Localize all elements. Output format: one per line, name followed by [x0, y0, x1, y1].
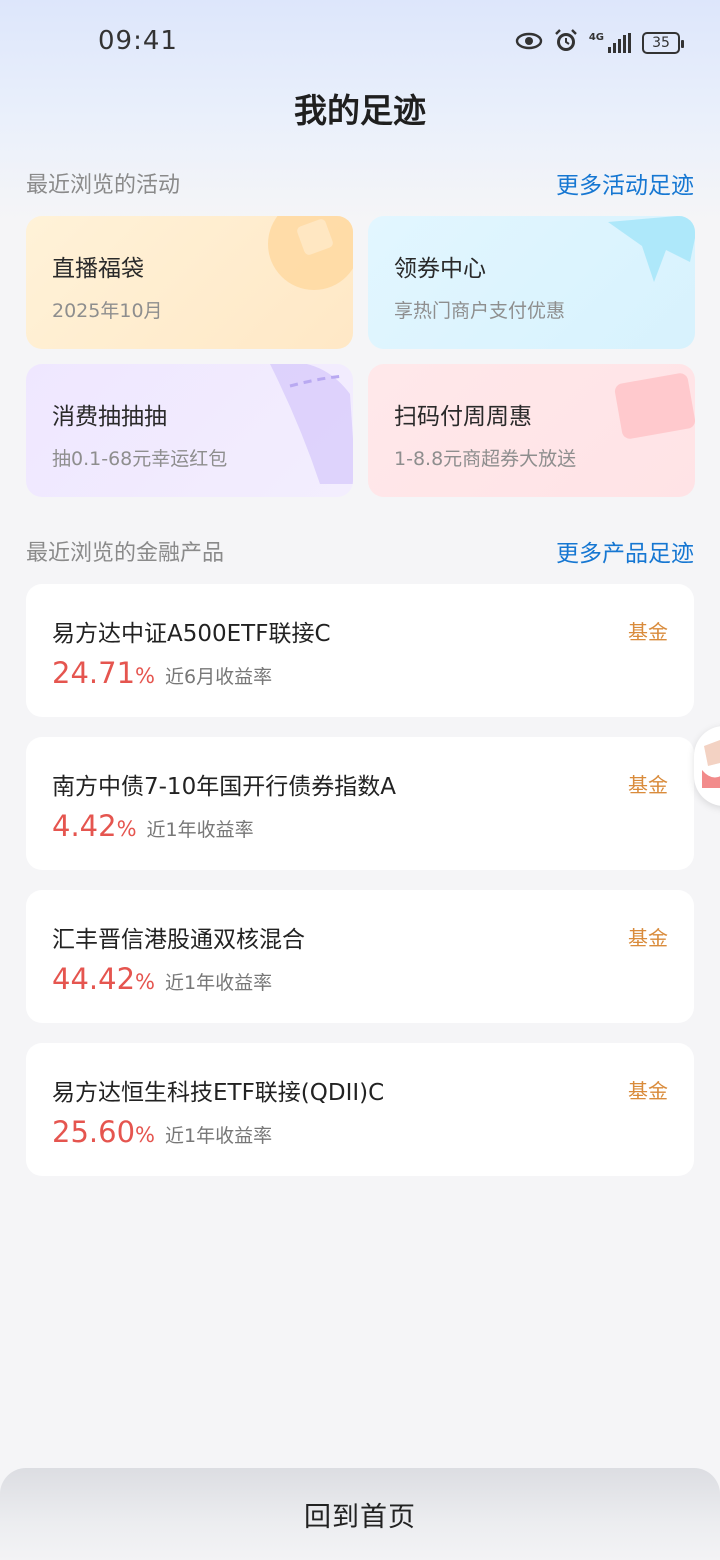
product-card[interactable]: 易方达中证A500ETF联接C 基金 24.71 % 近6月收益率 [26, 584, 694, 717]
activity-card-lottery[interactable]: 消费抽抽抽 抽0.1-68元幸运红包 [26, 364, 353, 497]
product-return-row: 44.42 % 近1年收益率 [52, 962, 272, 996]
product-name: 易方达恒生科技ETF联接(QDII)C [52, 1080, 385, 1106]
product-name: 易方达中证A500ETF联接C [52, 621, 331, 647]
activity-card-scan-pay[interactable]: 扫码付周周惠 1-8.8元商超券大放送 [368, 364, 695, 497]
more-activities-link[interactable]: 更多活动足迹 [556, 166, 694, 200]
ticket-icon [270, 364, 353, 484]
back-to-home-button[interactable]: 回到首页 [0, 1468, 720, 1560]
activities-header: 最近浏览的活动 更多活动足迹 [26, 166, 694, 200]
product-return-value: 4.42 [52, 809, 117, 843]
product-return-row: 4.42 % 近1年收益率 [52, 809, 254, 843]
status-bar: 09:41 4G 35 [0, 0, 720, 84]
paper-plane-icon [608, 216, 695, 282]
battery-icon: 35 [642, 32, 684, 54]
product-return-row: 24.71 % 近6月收益率 [52, 656, 272, 690]
activity-card-coupon-center[interactable]: 领券中心 享热门商户支付优惠 [368, 216, 695, 349]
shopping-bag-icon [614, 373, 695, 439]
activity-subtitle: 享热门商户支付优惠 [394, 300, 566, 322]
activity-title: 领券中心 [394, 256, 486, 282]
products-header: 最近浏览的金融产品 更多产品足迹 [26, 534, 694, 568]
product-return-value: 25.60 [52, 1115, 136, 1149]
activity-title: 消费抽抽抽 [52, 404, 167, 430]
activity-title: 直播福袋 [52, 256, 144, 282]
floating-assistant-button[interactable] [694, 726, 720, 806]
eye-icon [515, 31, 543, 55]
product-type-tag: 基金 [628, 620, 668, 644]
activities-section-title: 最近浏览的活动 [26, 173, 181, 198]
product-card[interactable]: 易方达恒生科技ETF联接(QDII)C 基金 25.60 % 近1年收益率 [26, 1043, 694, 1176]
alarm-icon [553, 28, 579, 58]
product-return-label: 近1年收益率 [165, 1125, 273, 1147]
page-title: 我的足迹 [294, 91, 426, 130]
assistant-mascot-icon [702, 740, 720, 788]
product-return-percent: % [135, 664, 155, 688]
product-return-label: 近1年收益率 [146, 819, 254, 841]
activity-title: 扫码付周周惠 [394, 404, 532, 430]
product-return-label: 近1年收益率 [165, 972, 273, 994]
signal-icon: 4G [589, 33, 632, 53]
product-card[interactable]: 汇丰晋信港股通双核混合 基金 44.42 % 近1年收益率 [26, 890, 694, 1023]
product-return-value: 44.42 [52, 962, 136, 996]
products-section-title: 最近浏览的金融产品 [26, 541, 225, 566]
product-type-tag: 基金 [628, 773, 668, 797]
product-type-tag: 基金 [628, 1079, 668, 1103]
product-name: 南方中债7-10年国开行债券指数A [52, 774, 396, 800]
status-icons: 4G 35 [515, 28, 684, 58]
product-type-tag: 基金 [628, 926, 668, 950]
status-time: 09:41 [98, 26, 178, 56]
back-to-home-label: 回到首页 [304, 1501, 416, 1533]
activity-card-live-lucky-bag[interactable]: 直播福袋 2025年10月 [26, 216, 353, 349]
coin-icon [268, 216, 353, 290]
activity-subtitle: 1-8.8元商超券大放送 [394, 448, 577, 470]
product-return-percent: % [116, 817, 137, 841]
product-card[interactable]: 南方中债7-10年国开行债券指数A 基金 4.42 % 近1年收益率 [26, 737, 694, 870]
product-return-label: 近6月收益率 [165, 666, 273, 688]
more-products-link[interactable]: 更多产品足迹 [556, 534, 694, 568]
product-name: 汇丰晋信港股通双核混合 [52, 927, 305, 953]
product-return-value: 24.71 [52, 656, 136, 690]
activity-subtitle: 抽0.1-68元幸运红包 [52, 448, 228, 470]
activity-subtitle: 2025年10月 [52, 300, 163, 322]
product-return-row: 25.60 % 近1年收益率 [52, 1115, 272, 1149]
product-return-percent: % [135, 970, 155, 994]
product-return-percent: % [135, 1123, 155, 1147]
network-type: 4G [588, 32, 604, 43]
